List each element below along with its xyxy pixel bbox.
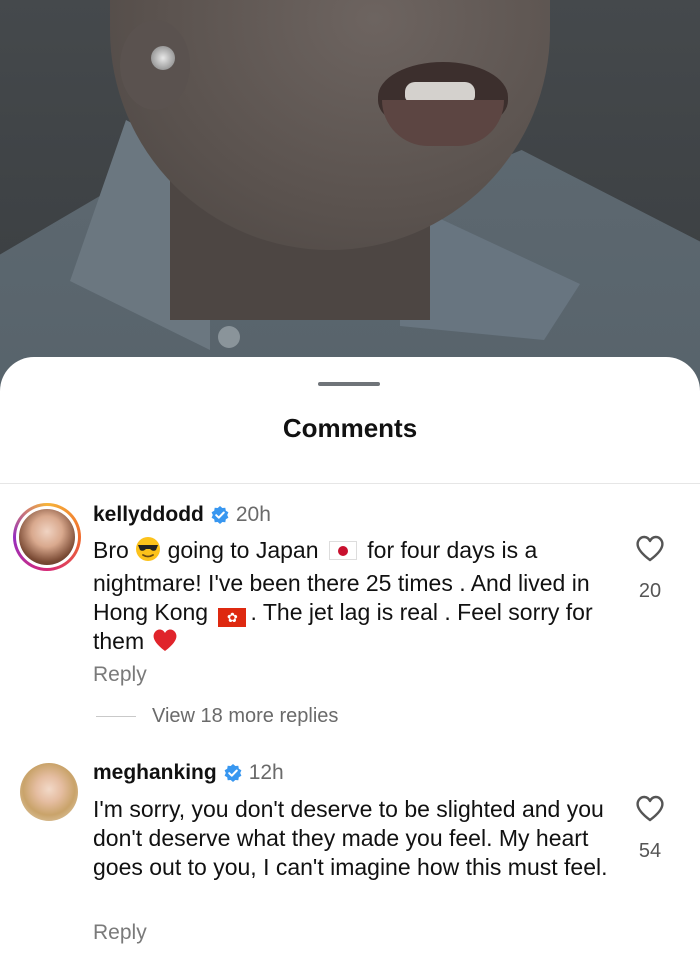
username[interactable]: kellyddodd [93,503,204,527]
japan-flag-emoji [328,541,357,560]
like-control: 54 [630,793,670,863]
timestamp: 20h [235,503,271,526]
comment-text: Bro going to Japan for four days is a ni… [93,536,613,659]
drag-handle[interactable] [318,382,380,386]
reply-button[interactable]: Reply [93,663,147,687]
like-count: 20 [638,580,662,602]
verified-icon [224,764,242,782]
heart-outline-icon[interactable] [634,793,666,823]
timestamp: 12h [248,761,284,784]
hong-kong-flag-emoji: ✿ [218,608,247,627]
reply-button[interactable]: Reply [93,921,147,945]
verified-icon [211,506,229,524]
like-control: 20 [630,533,670,603]
sunglasses-emoji [135,536,161,569]
view-more-label: View 18 more replies [152,705,339,727]
sheet-title: Comments [282,413,418,443]
avatar[interactable] [13,503,81,571]
comment-text: I'm sorry, you don't deserve to be sligh… [93,796,608,880]
heart-outline-icon[interactable] [634,533,666,563]
comment-item: meghanking 12h I'm sorry, you don't dese… [0,761,700,959]
like-count: 54 [638,840,662,862]
comments-sheet: Comments kellyddodd 20h Bro going to Jap… [0,357,700,959]
divider [0,483,700,484]
avatar[interactable] [20,763,78,821]
earring [151,46,175,70]
red-heart-emoji [151,627,179,659]
view-more-replies[interactable]: View 18 more replies [96,705,338,728]
username[interactable]: meghanking [93,761,217,785]
